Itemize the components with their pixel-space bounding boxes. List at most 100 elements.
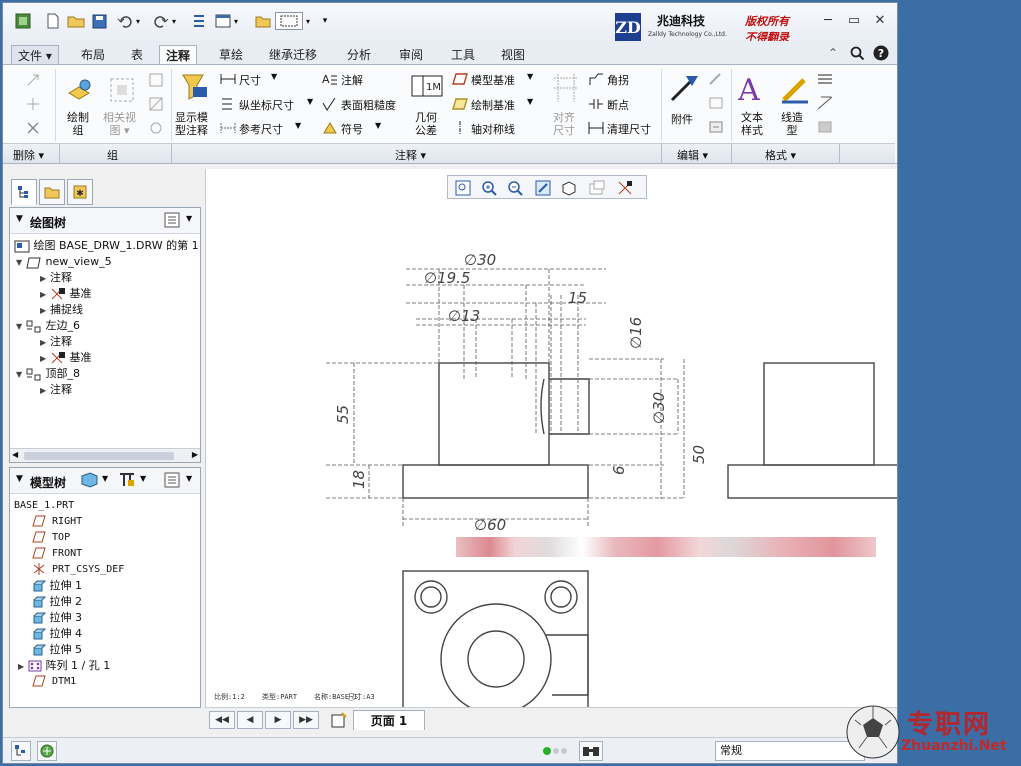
close-button[interactable]: ✕: [869, 11, 891, 31]
axis-symmetry-label[interactable]: 轴对称线: [471, 121, 515, 137]
line-style-icon[interactable]: [777, 71, 813, 107]
edit-icon-3[interactable]: [707, 119, 725, 135]
expand-arrow-icon[interactable]: ▶: [40, 287, 50, 303]
search-icon[interactable]: [847, 43, 867, 63]
model-tree-item[interactable]: RIGHT: [32, 514, 82, 530]
format-icon-1[interactable]: [815, 71, 835, 87]
tab-table[interactable]: 表: [125, 45, 149, 65]
model-tree-item[interactable]: PRT_CSYS_DEF: [32, 562, 124, 578]
tree-settings-icon[interactable]: [164, 472, 180, 491]
folder-browser-tab-icon[interactable]: [39, 179, 65, 205]
expand-arrow-icon[interactable]: ▶: [40, 351, 50, 367]
dimension-icon[interactable]: [219, 71, 237, 87]
draw-datum-dropdown-icon[interactable]: ▼: [527, 97, 533, 106]
scrollbar-thumb[interactable]: [24, 452, 174, 460]
model-tree-item[interactable]: FRONT: [32, 546, 82, 562]
expand-arrow-icon[interactable]: ▶: [40, 303, 50, 319]
regenerate-icon[interactable]: [189, 12, 209, 30]
symbol-dropdown-icon[interactable]: ▼: [375, 121, 381, 130]
geometric-tolerance-label[interactable]: 几何 公差: [415, 111, 437, 137]
windows-icon[interactable]: [213, 12, 233, 30]
reference-dimension-icon[interactable]: [219, 120, 237, 136]
model-tree-item[interactable]: 拉伸 5: [32, 642, 82, 658]
draw-group-label[interactable]: 绘制 组: [67, 111, 89, 137]
dim-text[interactable]: 50: [690, 445, 708, 464]
tab-file[interactable]: 文件 ▾: [11, 45, 59, 65]
minimize-button[interactable]: ─: [817, 11, 839, 31]
tab-analysis[interactable]: 分析: [341, 45, 377, 65]
breakpoint-label[interactable]: 断点: [607, 97, 629, 113]
model-datum-dropdown-icon[interactable]: ▼: [527, 72, 533, 81]
group-icon-2[interactable]: [147, 95, 165, 113]
scroll-left-icon[interactable]: ◀: [12, 450, 18, 459]
reference-dropdown-icon[interactable]: ▼: [295, 121, 301, 130]
tree-item-drawing[interactable]: 绘图 BASE_DRW_1.DRW 的第 1: [14, 238, 199, 254]
group-icon-3[interactable]: [147, 119, 165, 137]
browser-toggle-icon[interactable]: [37, 741, 57, 761]
tree-item-annotation[interactable]: ▶ 注释: [40, 270, 72, 286]
dim-text[interactable]: 55: [334, 405, 352, 424]
surface-finish-icon[interactable]: [321, 96, 339, 112]
group-delete-label[interactable]: 删除 ▾: [13, 147, 44, 163]
tab-legacy-migration[interactable]: 继承迁移: [263, 45, 323, 65]
model-tree-root[interactable]: BASE_1.PRT: [14, 498, 74, 514]
jog-icon[interactable]: [587, 71, 605, 87]
favorites-tab-icon[interactable]: ✱: [67, 179, 93, 205]
expand-arrow-icon[interactable]: ▼: [16, 319, 26, 335]
model-datum-icon[interactable]: [451, 71, 469, 87]
geometric-tolerance-icon[interactable]: 1M: [411, 73, 443, 99]
app-icon[interactable]: [13, 12, 33, 30]
tree-settings-dropdown-icon[interactable]: ▼: [186, 474, 192, 483]
show-model-annotation-label[interactable]: 显示模 型注释: [175, 111, 208, 137]
tree-settings-icon[interactable]: [164, 212, 180, 231]
tab-tools[interactable]: 工具: [445, 45, 481, 65]
saved-views-icon[interactable]: [586, 178, 608, 197]
maximize-button[interactable]: ▭: [843, 11, 865, 31]
horizontal-scrollbar[interactable]: ◀ ▶: [10, 448, 200, 462]
align-dimensions-label[interactable]: 对齐 尺寸: [553, 111, 575, 137]
selection-filter-select[interactable]: 常规: [715, 741, 865, 761]
drawing-sheet[interactable]: ∅30 ∅19.5 15 ∅13 ∅16 55 ∅30 50 18 6 ∅60 …: [206, 169, 897, 707]
group-format-label[interactable]: 格式 ▾: [765, 147, 796, 163]
breakpoint-icon[interactable]: [587, 96, 605, 112]
edit-icon-2[interactable]: [707, 95, 725, 111]
select-dropdown-icon[interactable]: ▾: [303, 12, 313, 30]
redo-dropdown-icon[interactable]: ▾: [169, 12, 179, 30]
model-tree-item[interactable]: TOP: [32, 530, 70, 546]
show-model-annotation-icon[interactable]: [175, 69, 211, 105]
tree-item-snap-line[interactable]: ▶ 捕捉线: [40, 302, 83, 318]
delete-item-icon[interactable]: [23, 95, 43, 113]
axis-symmetry-icon[interactable]: [451, 120, 469, 136]
group-annotate-label[interactable]: 注释 ▾: [395, 147, 426, 163]
first-page-button[interactable]: ◀◀: [209, 711, 235, 729]
expand-arrow-icon[interactable]: ▶: [40, 271, 50, 287]
find-icon[interactable]: [579, 741, 603, 761]
tab-review[interactable]: 审阅: [393, 45, 429, 65]
dim-text[interactable]: ∅19.5: [424, 269, 470, 287]
dim-text[interactable]: ∅30: [650, 392, 668, 424]
new-icon[interactable]: [43, 12, 63, 30]
undo-icon[interactable]: [115, 12, 135, 30]
surface-finish-label[interactable]: 表面粗糙度: [341, 97, 396, 113]
navigator-toggle-icon[interactable]: [11, 741, 31, 761]
folder-icon[interactable]: [253, 12, 273, 30]
zoom-in-icon[interactable]: [478, 178, 500, 197]
tab-sketch[interactable]: 草绘: [213, 45, 249, 65]
group-edit-label[interactable]: 编辑 ▾: [677, 147, 708, 163]
undo-dropdown-icon[interactable]: ▾: [133, 12, 143, 30]
cleanup-dimensions-label[interactable]: 清理尺寸: [607, 121, 651, 137]
last-page-button[interactable]: ▶▶: [293, 711, 319, 729]
edit-icon-1[interactable]: [707, 71, 725, 87]
model-tree-item[interactable]: ▶ 阵列 1 / 孔 1: [18, 658, 110, 674]
redo-icon[interactable]: [151, 12, 171, 30]
jog-label[interactable]: 角拐: [607, 72, 629, 88]
delete-icon[interactable]: [23, 71, 43, 89]
dim-text[interactable]: ∅13: [448, 307, 480, 325]
refit-icon[interactable]: [452, 178, 474, 197]
model-datum-label[interactable]: 模型基准: [471, 72, 515, 88]
tree-settings-dropdown-icon[interactable]: ▼: [186, 214, 192, 223]
add-page-icon[interactable]: [329, 711, 349, 729]
display-style-icon[interactable]: [558, 178, 580, 197]
model-tree-item[interactable]: 拉伸 2: [32, 594, 82, 610]
draw-datum-icon[interactable]: [451, 96, 469, 112]
